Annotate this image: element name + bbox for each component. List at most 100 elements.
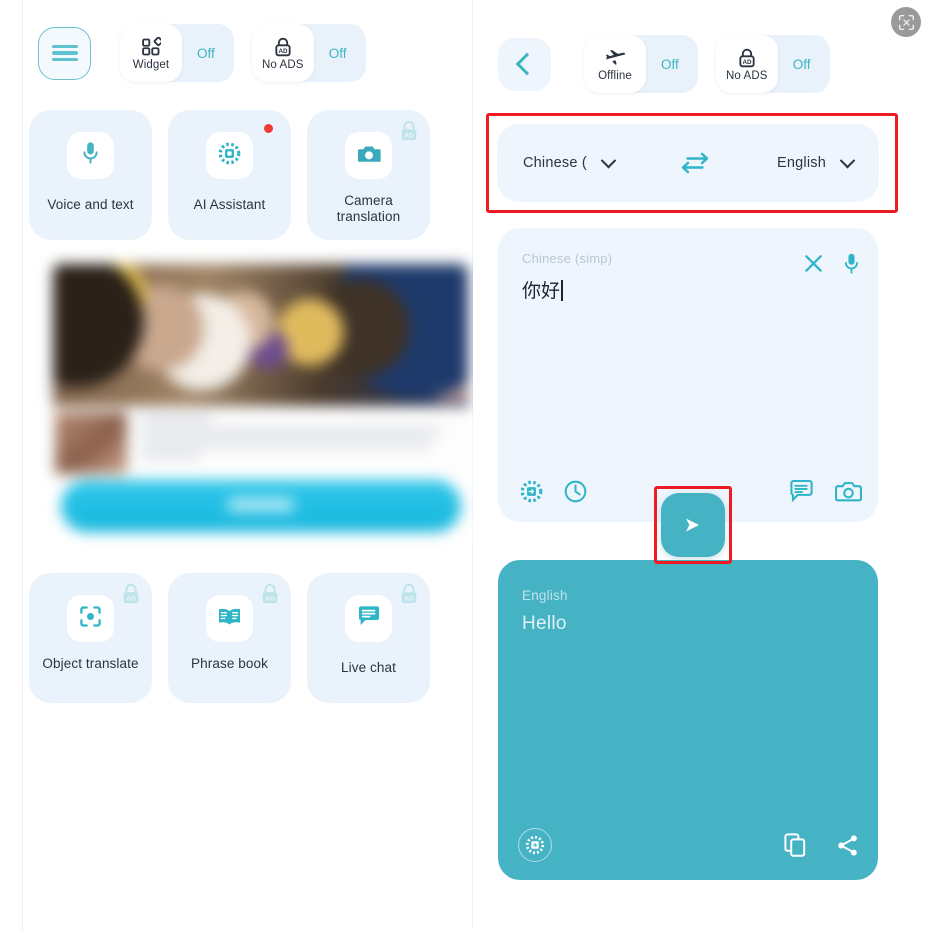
no-ads-toggle-label-right: No ADS — [726, 69, 768, 82]
feature-label-live-chat: Live chat — [341, 660, 396, 675]
feature-card-camera-translation[interactable]: AD Camera translation — [307, 110, 430, 240]
object-translate-icon-box — [67, 595, 114, 642]
ai-chip-icon — [520, 480, 542, 502]
feature-card-voice-and-text[interactable]: Voice and text — [29, 110, 152, 240]
no-ads-toggle-tile-right[interactable]: AD No ADS — [715, 35, 778, 93]
left-pane: Widget Off AD No ADS Off Voice and text … — [23, 0, 472, 930]
source-language-label: Chinese ( — [523, 155, 587, 171]
ai-chip-icon — [525, 835, 545, 855]
chat-bubble-icon — [789, 479, 813, 503]
feature-card-object-translate[interactable]: AD Object translate — [29, 573, 152, 703]
screenshot-scan-icon — [898, 14, 914, 30]
widget-toggle-state: Off — [197, 45, 215, 61]
feature-card-phrase-book[interactable]: AD Phrase book — [168, 573, 291, 703]
offline-toggle-state: Off — [661, 56, 679, 72]
source-text-language-label: Chinese (simp) — [522, 251, 613, 266]
chevron-down-icon[interactable] — [600, 152, 617, 168]
no-ads-toggle-state-right: Off — [792, 56, 811, 72]
no-ads-toggle-state-left: Off — [328, 45, 347, 61]
microphone-icon — [81, 141, 100, 170]
feature-card-live-chat[interactable]: AD Live chat — [307, 573, 430, 703]
chevron-down-icon[interactable] — [839, 152, 856, 168]
camera-translation-icon-box — [345, 132, 392, 179]
send-arrow-icon — [686, 518, 699, 532]
svg-text:AD: AD — [404, 132, 414, 139]
back-button[interactable] — [498, 37, 551, 91]
object-scan-icon — [79, 605, 102, 633]
phrase-book-icon-box — [206, 595, 253, 642]
widget-toggle-tile[interactable]: Widget — [120, 24, 182, 82]
result-ai-button[interactable] — [518, 828, 552, 862]
result-language-label: English — [522, 588, 568, 603]
ai-translate-button[interactable] — [516, 476, 546, 506]
feature-row-primary: Voice and text AI Assistant AD Camera tr… — [29, 110, 430, 240]
voice-and-text-icon-box — [67, 132, 114, 179]
history-clock-icon — [564, 480, 586, 502]
chat-bubble-icon — [357, 605, 381, 632]
feature-label-object-translate: Object translate — [42, 656, 139, 671]
ad-headline-line — [141, 414, 213, 422]
close-icon — [804, 254, 822, 272]
source-text-input[interactable]: 你好 — [522, 276, 563, 303]
clear-text-button[interactable] — [800, 250, 826, 276]
no-ads-lock-icon: AD — [273, 36, 293, 58]
widget-toggle[interactable]: Widget Off — [120, 24, 234, 82]
source-text-card[interactable]: Chinese (simp) 你好 — [498, 228, 878, 522]
copy-result-button[interactable] — [780, 830, 810, 860]
feature-row-secondary: AD Object translate AD Phrase book AD Li… — [29, 573, 430, 703]
feature-label-phrase-book: Phrase book — [191, 656, 268, 671]
history-button[interactable] — [560, 476, 590, 506]
ai-chip-icon — [217, 141, 242, 171]
no-ads-toggle-tile-left[interactable]: AD No ADS — [251, 24, 314, 82]
camera-icon — [357, 143, 381, 169]
offline-toggle-label: Offline — [598, 69, 632, 82]
menu-button[interactable] — [38, 26, 91, 80]
swap-languages-button[interactable] — [680, 152, 710, 174]
ad-lock-icon: AD — [398, 582, 420, 611]
feature-label-camera-translation: Camera translation — [336, 193, 401, 224]
copy-icon — [784, 833, 806, 857]
advertisement-banner[interactable] — [53, 262, 468, 544]
text-caret — [561, 280, 563, 301]
left-topbar: Widget Off AD No ADS Off — [38, 24, 366, 82]
no-ads-lock-icon: AD — [737, 47, 757, 69]
ad-lock-icon: AD — [259, 582, 281, 611]
offline-toggle[interactable]: Offline Off — [584, 35, 698, 93]
chevron-left-icon — [515, 52, 539, 76]
ad-text-line-3 — [141, 452, 201, 459]
airplane-icon — [604, 47, 627, 69]
menu-icon — [51, 41, 78, 65]
microphone-icon — [844, 253, 858, 274]
camera-icon — [834, 482, 862, 502]
language-selector-bar: Chinese ( English — [497, 124, 879, 202]
voice-input-button[interactable] — [836, 248, 866, 278]
phrasebook-icon — [217, 606, 242, 632]
svg-text:AD: AD — [404, 595, 414, 602]
no-ads-toggle-right[interactable]: AD No ADS Off — [715, 35, 830, 93]
share-icon — [837, 834, 857, 856]
translation-result-card[interactable]: English Hello — [498, 560, 878, 880]
offline-toggle-tile[interactable]: Offline — [584, 35, 646, 93]
screenshot-scan-button[interactable] — [891, 7, 921, 37]
no-ads-toggle-left[interactable]: AD No ADS Off — [251, 24, 366, 82]
camera-button[interactable] — [832, 476, 864, 506]
conversation-button[interactable] — [786, 476, 816, 506]
widget-toggle-label: Widget — [132, 58, 170, 71]
send-translate-button[interactable] — [661, 493, 725, 557]
right-topbar: Offline Off AD No ADS Off — [498, 35, 830, 93]
source-language-selector[interactable]: Chinese ( — [523, 152, 617, 171]
ad-lock-icon: AD — [120, 582, 142, 611]
feature-label-ai-assistant: AI Assistant — [193, 197, 266, 212]
new-notification-dot — [264, 124, 273, 133]
no-ads-toggle-label-left: No ADS — [262, 58, 304, 71]
ad-lock-icon: AD — [398, 119, 420, 148]
widget-icon — [141, 36, 161, 58]
ai-assistant-icon-box — [206, 132, 253, 179]
feature-card-ai-assistant[interactable]: AI Assistant — [168, 110, 291, 240]
target-language-selector[interactable]: English — [777, 152, 856, 171]
live-chat-icon-box — [345, 595, 392, 642]
svg-text:AD: AD — [265, 595, 275, 602]
ad-text-line-2 — [141, 440, 431, 447]
ad-cta-label — [228, 498, 294, 512]
share-result-button[interactable] — [832, 830, 862, 860]
